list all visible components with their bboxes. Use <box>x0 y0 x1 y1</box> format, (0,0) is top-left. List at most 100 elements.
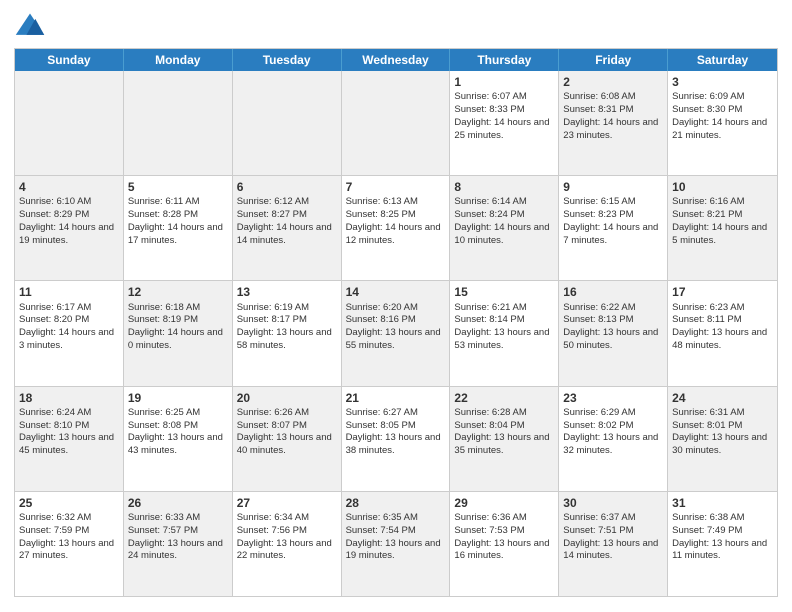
day-cell-7: 7Sunrise: 6:13 AM Sunset: 8:25 PM Daylig… <box>342 176 451 280</box>
calendar: SundayMondayTuesdayWednesdayThursdayFrid… <box>14 48 778 597</box>
day-number: 6 <box>237 179 337 195</box>
day-number: 12 <box>128 284 228 300</box>
empty-cell-0-2 <box>233 71 342 175</box>
day-info: Sunrise: 6:29 AM Sunset: 8:02 PM Dayligh… <box>563 407 658 456</box>
day-cell-30: 30Sunrise: 6:37 AM Sunset: 7:51 PM Dayli… <box>559 492 668 596</box>
day-cell-16: 16 Sunrise: 6:22 AM Sunset: 8:13 PM Dayli… <box>559 281 668 385</box>
day-cell-4: 4Sunrise: 6:10 AM Sunset: 8:29 PM Daylig… <box>15 176 124 280</box>
calendar-row-3: 18Sunrise: 6:24 AM Sunset: 8:10 PM Dayli… <box>15 387 777 492</box>
day-info: Sunrise: 6:22 AM Sunset: 8:13 PM Dayligh… <box>563 302 658 351</box>
day-cell-22: 22Sunrise: 6:28 AM Sunset: 8:04 PM Dayli… <box>450 387 559 491</box>
day-info: Sunrise: 6:31 AM Sunset: 8:01 PM Dayligh… <box>672 407 767 456</box>
day-number: 7 <box>346 179 446 195</box>
day-info: Sunrise: 6:13 AM Sunset: 8:25 PM Dayligh… <box>346 196 441 245</box>
day-info: Sunrise: 6:10 AM Sunset: 8:29 PM Dayligh… <box>19 196 114 245</box>
day-number: 22 <box>454 390 554 406</box>
calendar-row-2: 11 Sunrise: 6:17 AM Sunset: 8:20 PM Dayli… <box>15 281 777 386</box>
day-info: Sunrise: 6:37 AM Sunset: 7:51 PM Dayligh… <box>563 512 658 561</box>
day-cell-31: 31Sunrise: 6:38 AM Sunset: 7:49 PM Dayli… <box>668 492 777 596</box>
header-day-saturday: Saturday <box>668 49 777 71</box>
day-cell-19: 19Sunrise: 6:25 AM Sunset: 8:08 PM Dayli… <box>124 387 233 491</box>
day-info: Sunrise: 6:32 AM Sunset: 7:59 PM Dayligh… <box>19 512 114 561</box>
day-number: 4 <box>19 179 119 195</box>
day-cell-14: 14 Sunrise: 6:20 AM Sunset: 8:16 PM Dayli… <box>342 281 451 385</box>
day-info: Sunrise: 6:16 AM Sunset: 8:21 PM Dayligh… <box>672 196 767 245</box>
day-info: Sunrise: 6:38 AM Sunset: 7:49 PM Dayligh… <box>672 512 767 561</box>
day-cell-24: 24Sunrise: 6:31 AM Sunset: 8:01 PM Dayli… <box>668 387 777 491</box>
day-number: 27 <box>237 495 337 511</box>
day-number: 1 <box>454 74 554 90</box>
day-cell-9: 9Sunrise: 6:15 AM Sunset: 8:23 PM Daylig… <box>559 176 668 280</box>
day-info: Sunrise: 6:36 AM Sunset: 7:53 PM Dayligh… <box>454 512 549 561</box>
empty-cell-0-0 <box>15 71 124 175</box>
empty-cell-0-1 <box>124 71 233 175</box>
day-cell-1: 1Sunrise: 6:07 AM Sunset: 8:33 PM Daylig… <box>450 71 559 175</box>
day-info: Sunrise: 6:23 AM Sunset: 8:11 PM Dayligh… <box>672 302 767 351</box>
header-day-monday: Monday <box>124 49 233 71</box>
day-info: Sunrise: 6:11 AM Sunset: 8:28 PM Dayligh… <box>128 196 223 245</box>
day-info: Sunrise: 6:18 AM Sunset: 8:19 PM Dayligh… <box>128 302 223 351</box>
calendar-body: 1Sunrise: 6:07 AM Sunset: 8:33 PM Daylig… <box>15 71 777 596</box>
day-info: Sunrise: 6:20 AM Sunset: 8:16 PM Dayligh… <box>346 302 441 351</box>
day-info: Sunrise: 6:25 AM Sunset: 8:08 PM Dayligh… <box>128 407 223 456</box>
page: SundayMondayTuesdayWednesdayThursdayFrid… <box>0 0 792 612</box>
day-info: Sunrise: 6:28 AM Sunset: 8:04 PM Dayligh… <box>454 407 549 456</box>
day-info: Sunrise: 6:24 AM Sunset: 8:10 PM Dayligh… <box>19 407 114 456</box>
day-number: 17 <box>672 284 773 300</box>
day-number: 26 <box>128 495 228 511</box>
day-info: Sunrise: 6:19 AM Sunset: 8:17 PM Dayligh… <box>237 302 332 351</box>
calendar-header: SundayMondayTuesdayWednesdayThursdayFrid… <box>15 49 777 71</box>
day-cell-12: 12 Sunrise: 6:18 AM Sunset: 8:19 PM Dayli… <box>124 281 233 385</box>
day-number: 29 <box>454 495 554 511</box>
day-number: 5 <box>128 179 228 195</box>
day-number: 11 <box>19 284 119 300</box>
calendar-row-1: 4Sunrise: 6:10 AM Sunset: 8:29 PM Daylig… <box>15 176 777 281</box>
day-number: 10 <box>672 179 773 195</box>
header-day-friday: Friday <box>559 49 668 71</box>
calendar-row-4: 25Sunrise: 6:32 AM Sunset: 7:59 PM Dayli… <box>15 492 777 596</box>
day-cell-10: 10Sunrise: 6:16 AM Sunset: 8:21 PM Dayli… <box>668 176 777 280</box>
day-number: 16 <box>563 284 663 300</box>
day-number: 23 <box>563 390 663 406</box>
day-cell-29: 29Sunrise: 6:36 AM Sunset: 7:53 PM Dayli… <box>450 492 559 596</box>
day-cell-23: 23Sunrise: 6:29 AM Sunset: 8:02 PM Dayli… <box>559 387 668 491</box>
day-number: 14 <box>346 284 446 300</box>
day-info: Sunrise: 6:09 AM Sunset: 8:30 PM Dayligh… <box>672 91 767 140</box>
day-number: 31 <box>672 495 773 511</box>
header-day-sunday: Sunday <box>15 49 124 71</box>
day-number: 20 <box>237 390 337 406</box>
day-info: Sunrise: 6:07 AM Sunset: 8:33 PM Dayligh… <box>454 91 549 140</box>
day-number: 3 <box>672 74 773 90</box>
day-info: Sunrise: 6:33 AM Sunset: 7:57 PM Dayligh… <box>128 512 223 561</box>
day-info: Sunrise: 6:17 AM Sunset: 8:20 PM Dayligh… <box>19 302 114 351</box>
day-number: 25 <box>19 495 119 511</box>
day-cell-21: 21Sunrise: 6:27 AM Sunset: 8:05 PM Dayli… <box>342 387 451 491</box>
day-cell-13: 13 Sunrise: 6:19 AM Sunset: 8:17 PM Dayli… <box>233 281 342 385</box>
day-info: Sunrise: 6:08 AM Sunset: 8:31 PM Dayligh… <box>563 91 658 140</box>
day-info: Sunrise: 6:14 AM Sunset: 8:24 PM Dayligh… <box>454 196 549 245</box>
header-day-tuesday: Tuesday <box>233 49 342 71</box>
empty-cell-0-3 <box>342 71 451 175</box>
day-info: Sunrise: 6:12 AM Sunset: 8:27 PM Dayligh… <box>237 196 332 245</box>
day-info: Sunrise: 6:21 AM Sunset: 8:14 PM Dayligh… <box>454 302 549 351</box>
day-cell-6: 6Sunrise: 6:12 AM Sunset: 8:27 PM Daylig… <box>233 176 342 280</box>
day-cell-2: 2Sunrise: 6:08 AM Sunset: 8:31 PM Daylig… <box>559 71 668 175</box>
day-number: 8 <box>454 179 554 195</box>
day-number: 13 <box>237 284 337 300</box>
logo-icon <box>14 10 46 42</box>
day-cell-3: 3Sunrise: 6:09 AM Sunset: 8:30 PM Daylig… <box>668 71 777 175</box>
day-cell-18: 18Sunrise: 6:24 AM Sunset: 8:10 PM Dayli… <box>15 387 124 491</box>
day-info: Sunrise: 6:35 AM Sunset: 7:54 PM Dayligh… <box>346 512 441 561</box>
header-day-thursday: Thursday <box>450 49 559 71</box>
day-number: 30 <box>563 495 663 511</box>
day-cell-5: 5Sunrise: 6:11 AM Sunset: 8:28 PM Daylig… <box>124 176 233 280</box>
day-cell-8: 8Sunrise: 6:14 AM Sunset: 8:24 PM Daylig… <box>450 176 559 280</box>
day-cell-28: 28Sunrise: 6:35 AM Sunset: 7:54 PM Dayli… <box>342 492 451 596</box>
day-info: Sunrise: 6:26 AM Sunset: 8:07 PM Dayligh… <box>237 407 332 456</box>
day-cell-17: 17 Sunrise: 6:23 AM Sunset: 8:11 PM Dayli… <box>668 281 777 385</box>
header <box>14 10 778 42</box>
day-cell-20: 20Sunrise: 6:26 AM Sunset: 8:07 PM Dayli… <box>233 387 342 491</box>
day-number: 19 <box>128 390 228 406</box>
day-info: Sunrise: 6:15 AM Sunset: 8:23 PM Dayligh… <box>563 196 658 245</box>
day-number: 2 <box>563 74 663 90</box>
